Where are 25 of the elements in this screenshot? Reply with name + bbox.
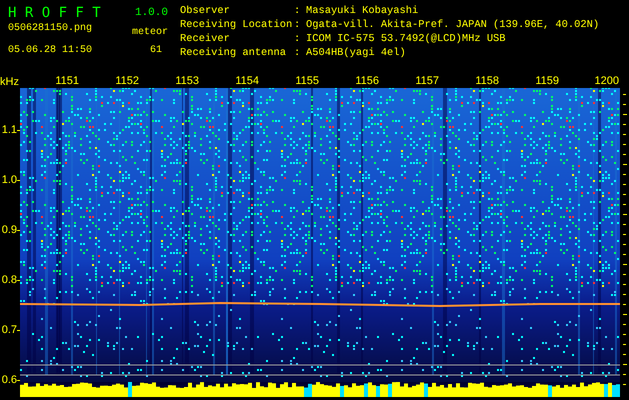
info-value: Ogata-vill. Akita-Pref. JAPAN (139.96E, 40.02N) — [306, 18, 600, 32]
axis-tick-label: 1.0 — [2, 173, 17, 188]
axis-tick-label: 0.7 — [2, 323, 17, 338]
axis-unit: kHz — [0, 75, 20, 89]
axis-tick-label: 0.9 — [2, 223, 17, 238]
info-value: A504HB(yagi 4el) — [306, 46, 407, 60]
date-time: 05.06.28 11:50 — [8, 44, 94, 58]
file-name: 0506281150.png — [8, 22, 94, 36]
axis-tick-label: 0.6 — [2, 373, 17, 388]
axis-tick-label: 1.1 — [2, 123, 17, 138]
app-title: H R O F F T — [8, 4, 101, 22]
info-label: Receiving Location — [180, 18, 294, 32]
axis-tick-label: 0.8 — [2, 273, 17, 288]
info-separator: : — [294, 32, 302, 46]
info-label: Observer — [180, 4, 231, 18]
version-label: 1.0.0 — [134, 6, 168, 21]
info-separator: : — [294, 18, 302, 32]
info-label: Receiver — [180, 32, 231, 46]
info-separator: : — [294, 4, 302, 18]
meteor-count: 61 — [148, 44, 163, 58]
info-value: ICOM IC-575 53.7492(@LCD)MHz USB — [306, 32, 507, 46]
meteor-label: meteor — [130, 26, 168, 36]
info-separator: : — [294, 46, 302, 60]
info-value: Masayuki Kobayashi — [306, 4, 420, 18]
info-label: Receiving antenna — [180, 46, 288, 60]
